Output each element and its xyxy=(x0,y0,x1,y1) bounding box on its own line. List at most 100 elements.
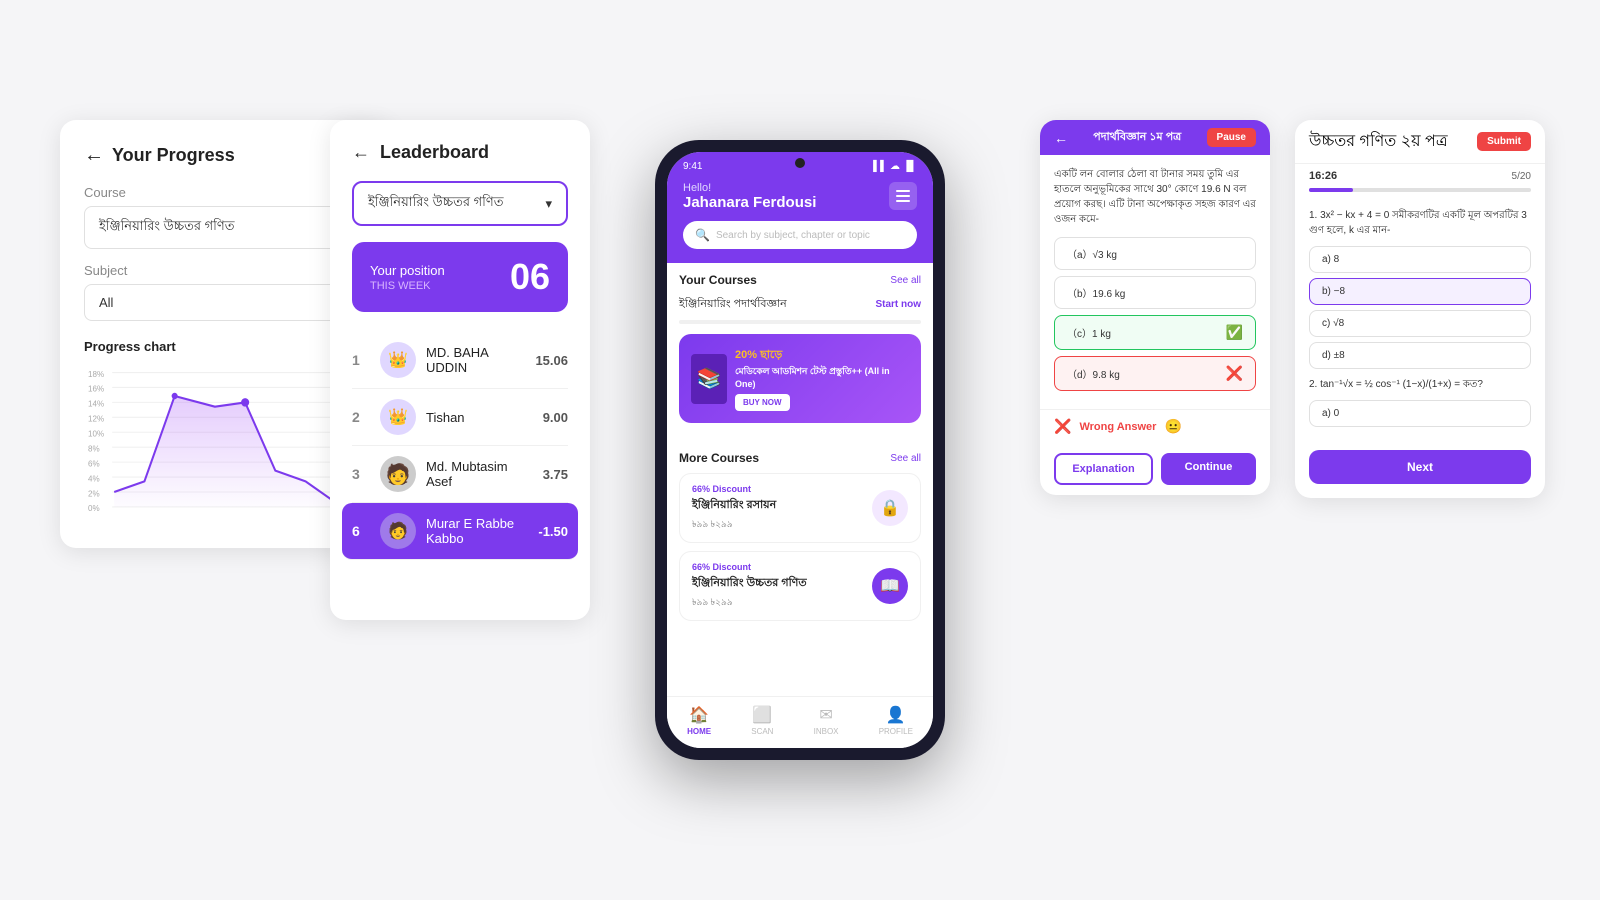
course-price: ৳৯৯ ৳২৯৯ xyxy=(692,517,776,532)
progress-title: Your Progress xyxy=(112,145,235,166)
avatar: 👑 xyxy=(380,342,416,378)
math-progress-bar xyxy=(1309,188,1531,192)
chevron-icon: ▾ xyxy=(545,196,552,212)
wrong-icon: ❌ xyxy=(1054,418,1071,435)
nav-home[interactable]: 🏠 HOME xyxy=(687,705,711,736)
option-b-label: （b）19.6 kg xyxy=(1067,285,1125,300)
next-button[interactable]: Next xyxy=(1309,450,1531,484)
subject-value: All xyxy=(99,295,113,310)
leaderboard-back-icon[interactable]: ← xyxy=(352,142,370,163)
ad-title: মেডিকেল আডমিশন টেস্ট প্রস্তুতি++ (All in… xyxy=(735,365,909,390)
continue-button[interactable]: Continue xyxy=(1161,453,1256,485)
ad-banner[interactable]: 📚 20% ছাড়ে মেডিকেল আডমিশন টেস্ট প্রস্তু… xyxy=(679,334,921,423)
course-name: ইঞ্জিনিয়ারিং উচ্চতর গণিত xyxy=(692,574,807,593)
see-all-link[interactable]: See all xyxy=(890,275,921,286)
svg-text:8%: 8% xyxy=(88,443,100,453)
score: 3.75 xyxy=(543,467,568,482)
course-value: ইঞ্জিনিয়ারিং উচ্চতর গণিত xyxy=(99,217,235,238)
dot-active xyxy=(797,435,803,441)
course-select[interactable]: ইঞ্জিনিয়ারিং উচ্চতর গণিত ▾ xyxy=(84,206,366,249)
math-option-a[interactable]: a) 8 xyxy=(1309,246,1531,273)
leaderboard-course: ইঞ্জিনিয়ারিং উচ্চতর গণিত xyxy=(368,193,504,214)
ad-discount: 20% ছাড়ে xyxy=(735,346,909,365)
option-a-label: （a）√3 kg xyxy=(1067,246,1117,261)
option-a[interactable]: （a）√3 kg xyxy=(1054,237,1256,270)
menu-button[interactable] xyxy=(889,182,917,210)
option-d-label: （d）9.8 kg xyxy=(1067,366,1120,381)
profile-label: PROFILE xyxy=(879,727,913,736)
search-bar[interactable]: 🔍 Search by subject, chapter or topic xyxy=(683,221,917,249)
math-option-b-selected[interactable]: b) −8 xyxy=(1309,278,1531,305)
position-number: 06 xyxy=(510,256,550,298)
score: 15.06 xyxy=(535,353,568,368)
physics-actions: Explanation Continue xyxy=(1040,443,1270,495)
svg-text:10%: 10% xyxy=(88,428,105,438)
search-placeholder: Search by subject, chapter or topic xyxy=(716,230,870,241)
math-question-2: 2. tan⁻¹√x = ½ cos⁻¹ (1−x)/(1+x) = কত? xyxy=(1309,377,1531,394)
scan-icon: ⬜ xyxy=(752,705,772,725)
score: 9.00 xyxy=(543,410,568,425)
math-timer: 16:26 xyxy=(1309,170,1337,182)
search-icon: 🔍 xyxy=(695,228,710,242)
phone-header: Hello! Jahanara Ferdousi 🔍 Search by sub… xyxy=(667,174,933,263)
more-courses-header: More Courses See all xyxy=(679,451,921,465)
math-option-c[interactable]: c) √8 xyxy=(1309,310,1531,337)
more-course-card[interactable]: 66% Discount ইঞ্জিনিয়ারিং উচ্চতর গণিত ৳… xyxy=(679,551,921,621)
option-d-wrong[interactable]: （d）9.8 kg ❌ xyxy=(1054,356,1256,391)
rank-3: 3 xyxy=(352,466,370,482)
course-price: ৳৯৯ ৳২৯৯ xyxy=(692,595,807,610)
back-icon[interactable]: ← xyxy=(1054,130,1068,146)
pause-button[interactable]: Pause xyxy=(1207,128,1256,147)
discount-badge: 66% Discount xyxy=(692,562,807,572)
leaderboard-header: ← Leaderboard xyxy=(352,142,568,163)
wrong-answer-bar: ❌ Wrong Answer 😐 xyxy=(1040,409,1270,443)
math-progress: 5/20 xyxy=(1512,171,1531,182)
avatar: 🧑 xyxy=(380,456,416,492)
chart-label: Progress chart xyxy=(84,339,366,354)
avatar: 👑 xyxy=(380,399,416,435)
user-name: MD. BAHA UDDIN xyxy=(426,345,525,375)
status-icons: ▌▌ ☁ ▐▌ xyxy=(873,161,917,172)
nav-scan[interactable]: ⬜ SCAN xyxy=(751,705,773,736)
more-see-all-link[interactable]: See all xyxy=(890,453,921,464)
more-course-card[interactable]: 66% Discount ইঞ্জিনিয়ারিং রসায়ন ৳৯৯ ৳২… xyxy=(679,473,921,543)
check-icon: ✅ xyxy=(1226,324,1243,341)
math-header: উচ্চতর গণিত ২য় পত্র Submit xyxy=(1295,120,1545,164)
table-row: 3 🧑 Md. Mubtasim Asef 3.75 xyxy=(352,446,568,503)
leaderboard-dropdown[interactable]: ইঞ্জিনিয়ারিং উচ্চতর গণিত ▾ xyxy=(352,181,568,226)
explanation-button[interactable]: Explanation xyxy=(1054,453,1153,485)
math-option-d[interactable]: d) ±8 xyxy=(1309,342,1531,369)
inbox-icon: ✉ xyxy=(819,705,832,725)
phone-body[interactable]: Your Courses See all ইঞ্জিনিয়ারিং পদার্… xyxy=(667,263,933,696)
more-courses-title: More Courses xyxy=(679,451,759,465)
option-c-correct[interactable]: （c）1 kg ✅ xyxy=(1054,315,1256,350)
your-courses-title: Your Courses xyxy=(679,273,757,287)
greeting: Hello! xyxy=(683,182,816,194)
course-name: ইঞ্জিনিয়ারিং রসায়ন xyxy=(692,496,776,515)
position-week: THIS WEEK xyxy=(370,280,445,292)
profile-icon: 👤 xyxy=(886,705,906,725)
option-b[interactable]: （b）19.6 kg xyxy=(1054,276,1256,309)
back-arrow-icon[interactable]: ← xyxy=(84,144,104,167)
physics-question: একটি লন বোলার ঠেলা বা টানার সময় তুমি এর… xyxy=(1054,167,1256,227)
phone-outer: 9:41 ▌▌ ☁ ▐▌ Hello! Jahanara Ferdousi 🔍 … xyxy=(655,140,945,760)
nav-profile[interactable]: 👤 PROFILE xyxy=(879,705,913,736)
subject-select[interactable]: All ▾ xyxy=(84,284,366,321)
math-option2-a[interactable]: a) 0 xyxy=(1309,400,1531,427)
buy-now-button[interactable]: BUY NOW xyxy=(735,394,790,411)
start-now-button[interactable]: Start now xyxy=(875,299,921,310)
home-icon: 🏠 xyxy=(689,705,709,725)
math-timer-row: 16:26 5/20 xyxy=(1295,164,1545,188)
position-label: Your position xyxy=(370,263,445,278)
leaderboard-panel: ← Leaderboard ইঞ্জিনিয়ারিং উচ্চতর গণিত … xyxy=(330,120,590,620)
nav-inbox[interactable]: ✉ INBOX xyxy=(814,705,839,736)
submit-button[interactable]: Submit xyxy=(1477,132,1531,151)
home-label: HOME xyxy=(687,727,711,736)
user-name: Murar E Rabbe Kabbo xyxy=(426,516,528,546)
courses-header: Your Courses See all xyxy=(679,273,921,287)
inbox-label: INBOX xyxy=(814,727,839,736)
cross-icon: ❌ xyxy=(1226,365,1243,382)
rank-6: 6 xyxy=(352,523,370,539)
progress-chart: 18% 16% 14% 12% 10% 8% 6% 4% 2% 0% xyxy=(84,364,366,524)
physics-header: ← পদার্থবিজ্ঞান ১ম পত্র Pause xyxy=(1040,120,1270,155)
